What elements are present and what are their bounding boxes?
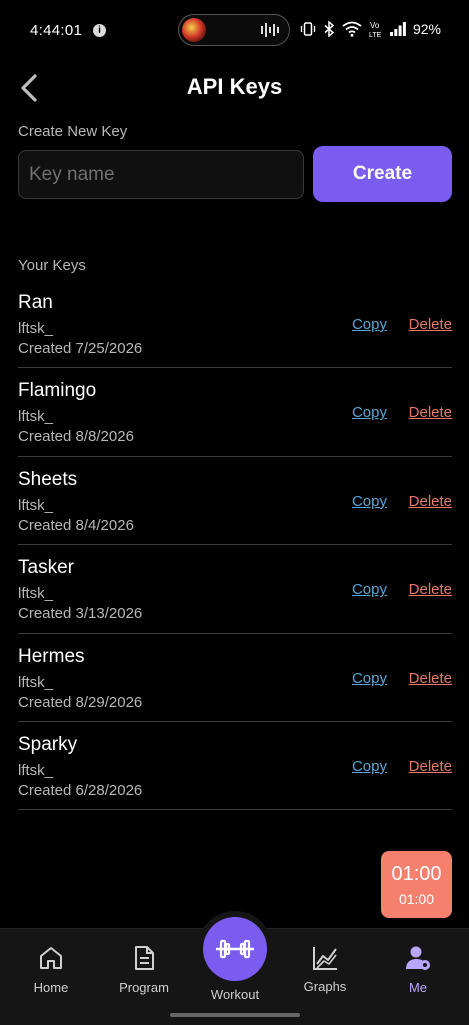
nav-program-label: Program <box>119 980 169 995</box>
info-icon: i <box>93 24 106 37</box>
nav-program[interactable]: Program <box>97 929 191 1019</box>
media-avatar-icon <box>182 18 206 42</box>
key-row: Flamingo lftsk_ Created 8/8/2026 Copy De… <box>18 368 452 457</box>
volte-icon: Vo LTE <box>369 21 382 38</box>
key-created-date: Created 6/28/2026 <box>18 781 143 799</box>
key-name: Hermes <box>18 645 85 667</box>
key-prefix: lftsk_ <box>18 320 54 337</box>
delete-button[interactable]: Delete <box>409 316 452 333</box>
key-row: Tasker lftsk_ Created 3/13/2026 Copy Del… <box>18 545 452 634</box>
key-name: Sheets <box>18 468 78 490</box>
key-name: Ran <box>18 292 53 313</box>
key-name-input[interactable] <box>18 150 304 199</box>
key-prefix: lftsk_ <box>18 761 54 779</box>
key-created-date: Created 8/4/2026 <box>18 516 134 534</box>
bottom-nav: Home Program Workout Graphs Me <box>0 911 469 1025</box>
delete-button[interactable]: Delete <box>409 581 452 598</box>
key-prefix: lftsk_ <box>18 408 54 426</box>
delete-button[interactable]: Delete <box>409 493 452 510</box>
key-created-date: Created 8/29/2026 <box>18 693 143 711</box>
key-created-date: Created 8/8/2026 <box>18 428 134 446</box>
key-name: Sparky <box>18 733 78 755</box>
line-chart-icon <box>313 947 337 970</box>
status-bar: 4:44:01 i Vo LTE 92% <box>0 0 469 62</box>
nav-graphs[interactable]: Graphs <box>278 929 372 1019</box>
key-created-date: Created 7/25/2026 <box>18 340 143 357</box>
copy-button[interactable]: Copy <box>352 581 387 598</box>
create-button[interactable]: Create <box>313 146 452 202</box>
key-created-date: Created 3/13/2026 <box>18 605 143 623</box>
key-row: Ran lftsk_ Created 7/25/2026 Copy Delete <box>18 280 452 369</box>
page-title: API Keys <box>186 74 283 99</box>
copy-button[interactable]: Copy <box>352 493 387 510</box>
home-indicator <box>170 1013 300 1017</box>
delete-button[interactable]: Delete <box>409 404 452 421</box>
nav-graphs-label: Graphs <box>303 979 347 994</box>
timer-remaining: 01:00 <box>391 863 442 885</box>
nav-me[interactable]: Me <box>371 929 465 1019</box>
svg-text:Vo: Vo <box>370 21 380 30</box>
copy-button[interactable]: Copy <box>352 670 387 687</box>
keys-list: Ran lftsk_ Created 7/25/2026 Copy Delete… <box>18 280 452 811</box>
nav-me-label: Me <box>408 980 428 995</box>
audio-wave-icon <box>261 23 279 37</box>
copy-button[interactable]: Copy <box>352 316 387 333</box>
nav-workout-label: Workout <box>210 987 260 1002</box>
key-row: Sheets lftsk_ Created 8/4/2026 Copy Dele… <box>18 457 452 546</box>
key-row: Hermes lftsk_ Created 8/29/2026 Copy Del… <box>18 634 452 722</box>
wifi-icon <box>342 21 362 37</box>
user-icon <box>406 946 430 970</box>
timer-total: 01:00 <box>398 891 435 907</box>
dumbbell-icon <box>216 939 254 959</box>
key-name: Flamingo <box>18 380 97 402</box>
rest-timer-badge[interactable]: 01:00 01:00 <box>381 851 452 918</box>
create-section-label: Create New Key <box>18 123 128 140</box>
key-prefix: lftsk_ <box>18 585 54 603</box>
document-icon <box>135 946 154 970</box>
keys-section-label: Your Keys <box>18 257 86 274</box>
key-prefix: lftsk_ <box>18 673 54 691</box>
vibrate-icon <box>300 22 316 36</box>
battery-level: 92% <box>412 21 441 37</box>
status-time: 4:44:01 <box>30 22 83 39</box>
copy-button[interactable]: Copy <box>352 404 387 421</box>
signal-icon <box>389 22 406 36</box>
key-prefix: lftsk_ <box>18 496 54 514</box>
key-row: Sparky lftsk_ Created 6/28/2026 Copy Del… <box>18 722 452 811</box>
bluetooth-icon <box>324 21 335 37</box>
delete-button[interactable]: Delete <box>409 758 452 775</box>
nav-home[interactable]: Home <box>4 929 98 1019</box>
nav-workout[interactable] <box>203 917 267 981</box>
key-name: Tasker <box>18 557 74 579</box>
svg-text:LTE: LTE <box>369 32 382 38</box>
nav-home-label: Home <box>33 980 69 995</box>
copy-button[interactable]: Copy <box>352 758 387 775</box>
status-icons: Vo LTE 92% <box>300 18 441 40</box>
media-pill[interactable] <box>178 14 290 46</box>
home-icon <box>40 947 62 969</box>
delete-button[interactable]: Delete <box>409 670 452 687</box>
